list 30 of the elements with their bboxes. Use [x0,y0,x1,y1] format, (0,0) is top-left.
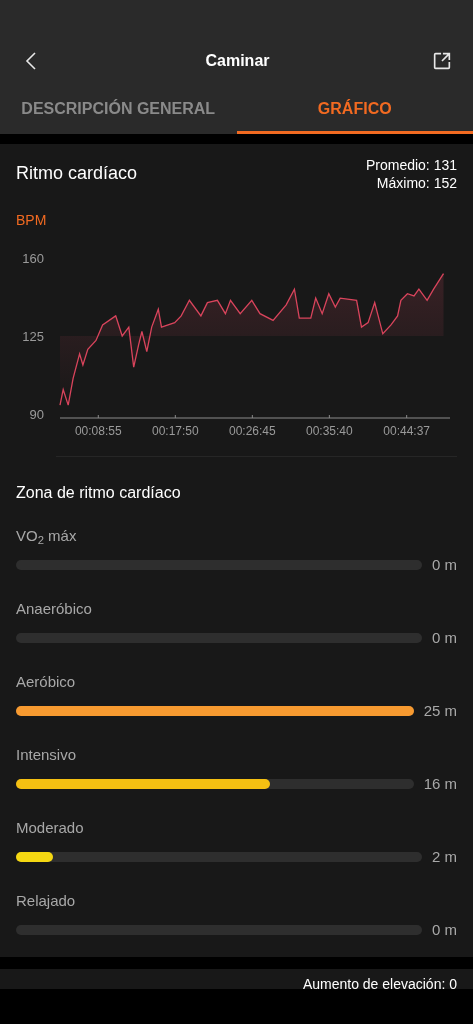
zone-label: Intensivo [16,745,78,765]
tab[interactable]: GRÁFICO [236,86,473,134]
zone-duration: 0 m [432,554,457,575]
y-axis-label: 90 [29,407,44,422]
y-axis-label: 160 [22,251,44,266]
section-title: Zona de ritmo cardíaco [16,484,181,501]
elevation-gain: Aumento de elevación: 0 [302,975,457,989]
x-axis-label: 00:26:45 [229,424,276,438]
tab[interactable]: DESCRIPCIÓN GENERAL [0,86,237,134]
maximum-value: Máximo: 152 [376,174,457,192]
zone-label: Relajado [16,891,77,911]
x-axis-label: 00:44:37 [383,424,431,438]
average-value: Promedio: 131 [365,156,457,174]
share-icon[interactable] [431,50,453,72]
zone-duration: 2 m [432,846,457,867]
zone-label: Moderado [16,818,85,838]
y-axis-label: 125 [22,329,44,344]
zone-duration: 16 m [423,773,457,794]
unit-label: BPM [16,212,47,228]
x-axis-label: 00:17:50 [151,424,199,438]
zone-duration: 0 m [432,919,457,940]
zone-label: Aeróbico [16,672,77,692]
zone-label: Anaeróbico [16,599,93,619]
x-axis-label: 00:35:40 [306,424,353,438]
zone-duration: 25 m [423,700,457,721]
x-axis-label: 00:08:55 [74,424,122,438]
zone-duration: 0 m [432,627,457,648]
section-title: Ritmo cardíaco [16,162,138,185]
page-title: Caminar [205,51,270,71]
zone-label: VO$_{2}$ máx [16,526,78,548]
